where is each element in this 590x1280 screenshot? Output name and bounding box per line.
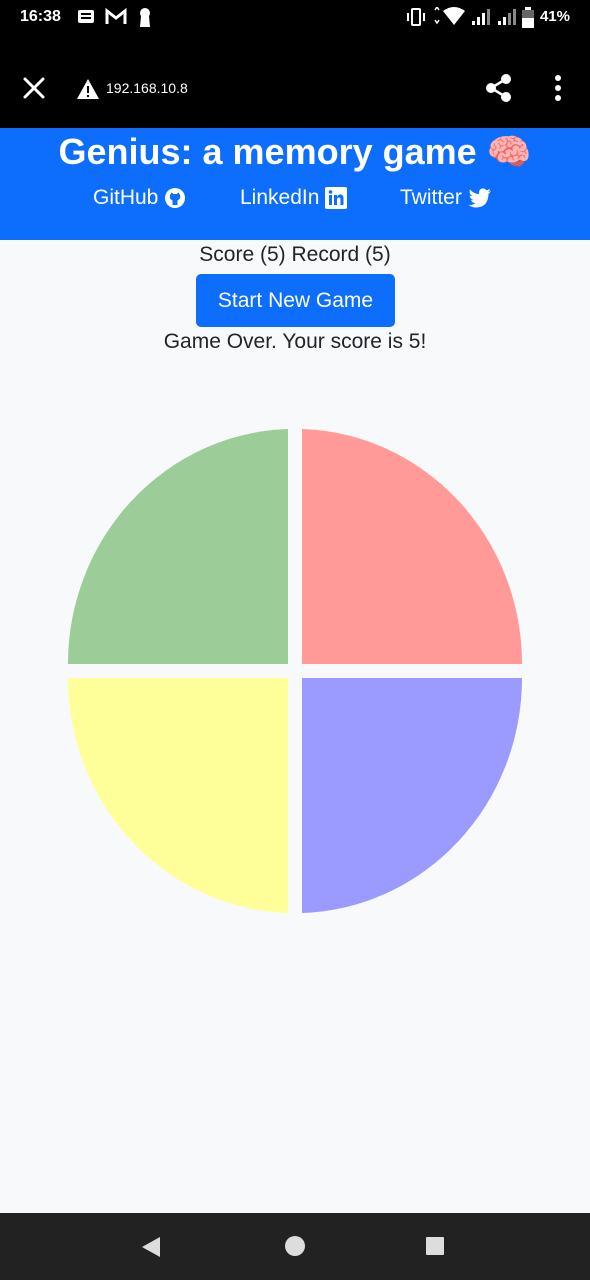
recents-icon[interactable]: [425, 1236, 445, 1256]
navigation-bar: [0, 1213, 590, 1280]
yellow-quadrant[interactable]: [67, 678, 288, 913]
back-icon[interactable]: [140, 1235, 162, 1259]
game-board: [67, 429, 523, 913]
blue-quadrant[interactable]: [302, 678, 522, 913]
green-quadrant[interactable]: [67, 429, 289, 664]
red-quadrant[interactable]: [302, 429, 523, 664]
home-icon[interactable]: [284, 1235, 306, 1257]
